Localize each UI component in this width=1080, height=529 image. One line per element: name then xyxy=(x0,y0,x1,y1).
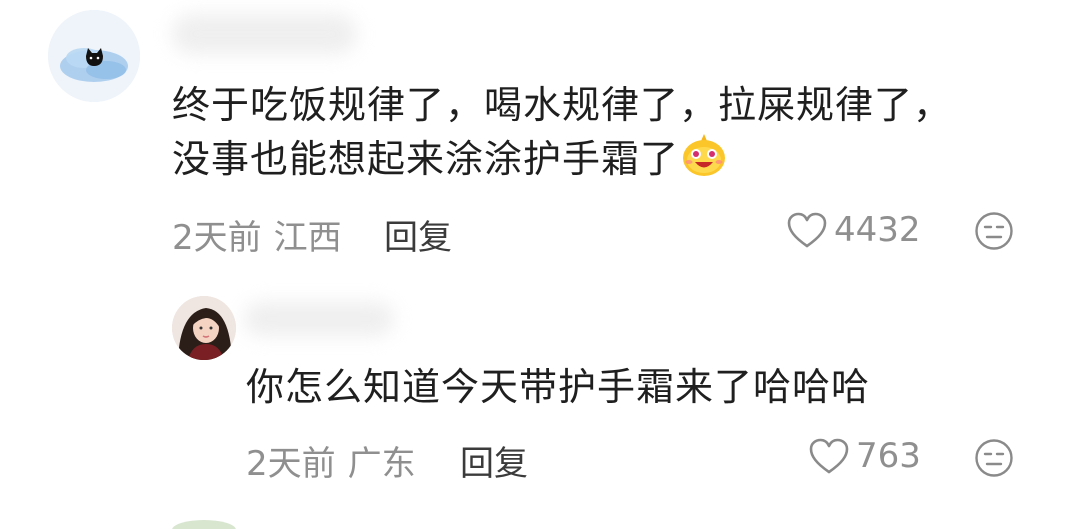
comment-location: 江西 xyxy=(273,218,342,258)
like-count: 4432 xyxy=(834,210,921,250)
like-button[interactable]: 763 xyxy=(808,436,921,476)
comment-text: 你怎么知道今天带护手霜来了哈哈哈 xyxy=(246,360,870,414)
cat-avatar-icon xyxy=(48,10,140,102)
dislike-button[interactable] xyxy=(974,438,1014,478)
comment-location: 广东 xyxy=(347,444,416,484)
comment-text-line: 你怎么知道今天带护手霜来了哈哈哈 xyxy=(246,365,871,409)
comment-time: 2天前 xyxy=(172,218,262,258)
unamused-face-icon xyxy=(975,439,1013,477)
avatar[interactable] xyxy=(172,296,236,360)
username-blurred[interactable] xyxy=(244,302,394,336)
heart-icon xyxy=(787,212,827,248)
comment-meta: 2天前 江西 xyxy=(172,210,342,259)
like-count: 763 xyxy=(856,436,921,476)
smiling-face-emoji-icon xyxy=(683,134,726,176)
like-button[interactable]: 4432 xyxy=(786,210,921,250)
comment-meta: 2天前 广东 xyxy=(246,436,416,485)
comment-text-line: 终于吃饭规律了，喝水规律了，拉屎规律了， xyxy=(172,83,953,127)
avatar[interactable] xyxy=(48,10,140,102)
username-blurred[interactable] xyxy=(172,14,357,54)
heart-icon xyxy=(809,438,849,474)
dislike-button[interactable] xyxy=(974,211,1014,251)
comment-text-line: 没事也能想起来涂涂护手霜了 xyxy=(172,132,952,186)
avatar-partial[interactable] xyxy=(172,520,236,529)
person-avatar-icon xyxy=(172,296,236,360)
reply-button[interactable]: 回复 xyxy=(384,210,452,259)
comment-time: 2天前 xyxy=(246,444,336,484)
comment-text: 终于吃饭规律了，喝水规律了，拉屎规律了， 没事也能想起来涂涂护手霜了 xyxy=(172,78,952,186)
comment-list: 终于吃饭规律了，喝水规律了，拉屎规律了， 没事也能想起来涂涂护手霜了 2天前 江西… xyxy=(0,0,1080,529)
unamused-face-icon xyxy=(975,212,1013,250)
reply-button[interactable]: 回复 xyxy=(460,436,528,485)
